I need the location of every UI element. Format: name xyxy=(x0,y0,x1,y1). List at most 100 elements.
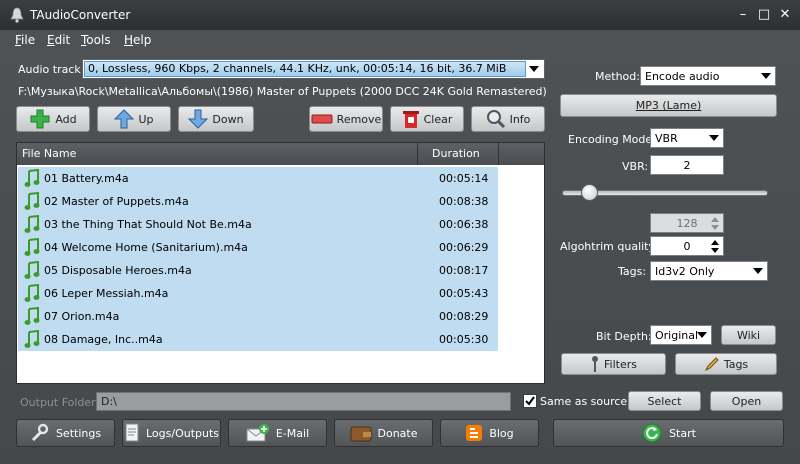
column-file-name[interactable]: File Name xyxy=(17,143,418,165)
table-row[interactable]: 03 the Thing That Should Not Be.m4a 00:0… xyxy=(18,213,498,236)
info-button[interactable]: Info xyxy=(471,106,545,132)
table-row[interactable]: 06 Leper Messiah.m4a 00:05:43 xyxy=(18,282,498,305)
audio-track-label: Audio track: xyxy=(18,63,85,76)
file-duration: 00:08:38 xyxy=(439,195,489,208)
music-note-icon xyxy=(24,330,40,348)
blog-button[interactable]: Blog xyxy=(440,419,539,447)
output-folder-input[interactable]: D:\ xyxy=(96,392,511,411)
file-name: 06 Leper Messiah.m4a xyxy=(44,287,169,300)
table-row[interactable]: 02 Master of Puppets.m4a 00:08:38 xyxy=(18,190,498,213)
tags-label: Tags: xyxy=(618,265,647,278)
arrow-down-icon xyxy=(188,109,209,129)
settings-button[interactable]: Settings xyxy=(16,419,115,447)
output-folder-label: Output Folder: xyxy=(20,396,100,409)
method-label: Method: xyxy=(595,70,640,83)
minimize-icon[interactable]: – xyxy=(735,8,751,22)
magnifier-icon xyxy=(486,110,505,129)
start-button[interactable]: Start xyxy=(553,419,784,447)
chevron-down-icon xyxy=(761,73,771,79)
clear-button[interactable]: Clear xyxy=(390,106,464,132)
table-row[interactable]: 07 Orion.m4a 00:08:29 xyxy=(18,305,498,328)
chevron-down-icon xyxy=(753,268,763,274)
table-row[interactable]: 05 Disposable Heroes.m4a 00:08:17 xyxy=(18,259,498,282)
quality-spin[interactable]: 0 xyxy=(650,236,724,256)
music-note-icon xyxy=(24,192,40,210)
email-button[interactable]: E-Mail xyxy=(228,419,327,447)
chevron-down-icon xyxy=(709,135,719,141)
add-button[interactable]: Add xyxy=(16,106,90,132)
vbr-slider-thumb[interactable] xyxy=(580,184,598,201)
menu-file[interactable]: File xyxy=(15,33,35,47)
list-header: File Name Duration xyxy=(17,143,544,165)
app-bell-icon xyxy=(10,7,24,23)
file-path: F:\Музыка\Rock\Metallica\Альбомы\(1986) … xyxy=(18,85,546,98)
audio-track-combo[interactable]: 0, Lossless, 960 Kbps, 2 channels, 44.1 … xyxy=(82,59,545,79)
quality-label: Algohtrim quality: xyxy=(560,240,658,253)
logs-button[interactable]: Logs/Outputs xyxy=(122,419,221,447)
column-duration[interactable]: Duration xyxy=(418,143,499,165)
music-note-icon xyxy=(24,215,40,233)
file-name: 08 Damage, Inc..m4a xyxy=(44,333,163,346)
codec-button[interactable]: MP3 (Lame) xyxy=(560,94,777,117)
file-duration: 00:08:29 xyxy=(439,310,489,323)
method-select[interactable]: Encode audio xyxy=(640,66,776,86)
chevron-down-icon xyxy=(697,332,707,338)
same-as-source-checkbox[interactable] xyxy=(523,394,537,408)
open-button[interactable]: Open xyxy=(710,391,783,411)
up-button[interactable]: Up xyxy=(97,106,171,132)
wallet-icon xyxy=(350,426,371,442)
select-button[interactable]: Select xyxy=(628,391,701,411)
file-duration: 00:06:38 xyxy=(439,218,489,231)
file-name: 04 Welcome Home (Sanitarium).m4a xyxy=(44,241,248,254)
tags-select[interactable]: Id3v2 Only xyxy=(650,261,768,281)
vbr-label: VBR: xyxy=(622,160,649,173)
pencil-icon xyxy=(704,357,719,372)
maximize-icon[interactable]: □ xyxy=(756,8,772,22)
menu-help[interactable]: Help xyxy=(124,33,151,47)
blogger-icon xyxy=(466,425,483,441)
wiki-button[interactable]: Wiki xyxy=(721,325,776,345)
vbr-input[interactable]: 2 xyxy=(650,155,724,175)
file-duration: 00:06:29 xyxy=(439,241,489,254)
remove-button[interactable]: Remove xyxy=(309,106,383,132)
tags-button[interactable]: Tags xyxy=(675,353,777,375)
app-window: TAudioConverter – □ ✕ File Edit Tools He… xyxy=(0,0,800,464)
table-row[interactable]: 01 Battery.m4a 00:05:14 xyxy=(18,167,498,190)
file-duration: 00:08:17 xyxy=(439,264,489,277)
music-note-icon xyxy=(24,307,40,325)
minus-icon xyxy=(311,114,333,124)
menu-edit[interactable]: Edit xyxy=(47,33,70,47)
file-name: 01 Battery.m4a xyxy=(44,172,129,185)
document-icon xyxy=(125,423,139,442)
spinner-arrows-icon xyxy=(709,238,721,254)
file-name: 02 Master of Puppets.m4a xyxy=(44,195,189,208)
file-duration: 00:05:43 xyxy=(439,287,489,300)
window-title: TAudioConverter xyxy=(30,8,131,22)
file-duration: 00:05:14 xyxy=(439,172,489,185)
filters-button[interactable]: Filters xyxy=(561,353,666,375)
title-bar: TAudioConverter – □ ✕ xyxy=(0,0,800,30)
bit-depth-select[interactable]: Original xyxy=(650,325,712,345)
file-list[interactable]: File Name Duration 01 Battery.m4a 00:05:… xyxy=(16,142,545,384)
checkmark-icon xyxy=(525,396,535,406)
chevron-down-icon xyxy=(529,66,539,72)
arrow-up-icon xyxy=(114,109,135,129)
funnel-icon xyxy=(592,356,598,372)
music-note-icon xyxy=(24,169,40,187)
file-name: 03 the Thing That Should Not Be.m4a xyxy=(44,218,252,231)
menu-tools[interactable]: Tools xyxy=(81,33,111,47)
donate-button[interactable]: Donate xyxy=(334,419,433,447)
bitrate-spin[interactable]: 128 xyxy=(650,213,724,233)
file-name: 07 Orion.m4a xyxy=(44,310,120,323)
encoding-mode-select[interactable]: VBR xyxy=(650,128,724,148)
audio-track-value: 0, Lossless, 960 Kbps, 2 channels, 44.1 … xyxy=(84,61,526,77)
close-icon[interactable]: ✕ xyxy=(777,8,793,22)
bit-depth-label: Bit Depth: xyxy=(596,330,652,343)
spinner-arrows-icon xyxy=(709,215,721,231)
down-button[interactable]: Down xyxy=(178,106,254,132)
trash-icon xyxy=(402,111,419,128)
table-row[interactable]: 04 Welcome Home (Sanitarium).m4a 00:06:2… xyxy=(18,236,498,259)
file-duration: 00:05:30 xyxy=(439,333,489,346)
table-row[interactable]: 08 Damage, Inc..m4a 00:05:30 xyxy=(18,328,498,351)
refresh-icon xyxy=(642,423,662,443)
